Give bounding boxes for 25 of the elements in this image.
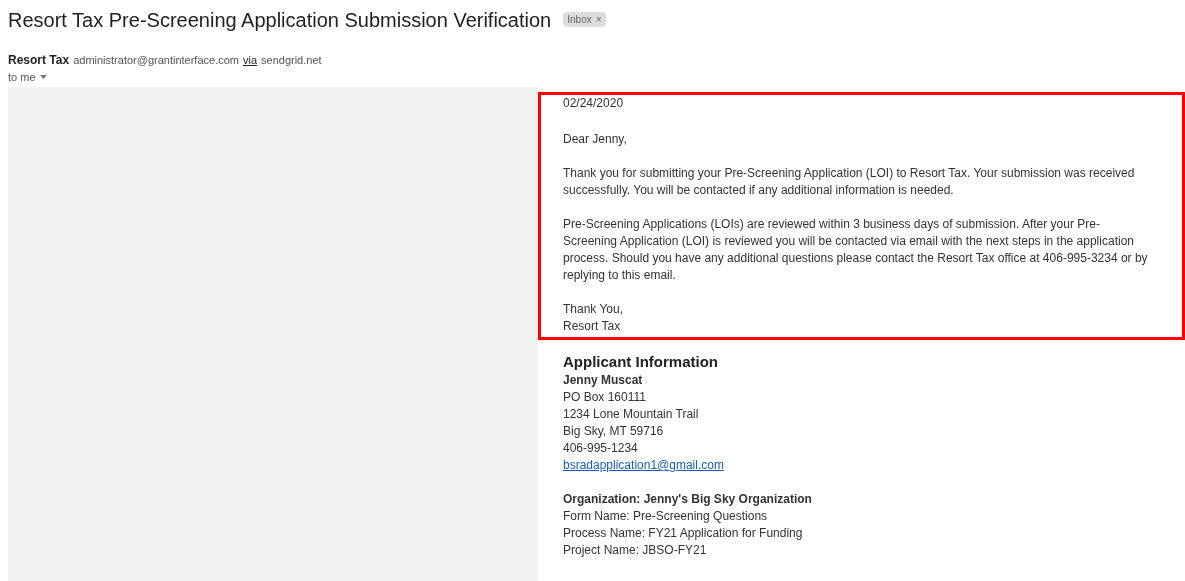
dropdown-icon[interactable] (39, 75, 47, 79)
applicant-detail: PO Box 160111 (563, 389, 647, 406)
organization-detail: Project Name: JBSO-FY21 (563, 542, 708, 559)
organization-detail: Process Name: FY21 Application for Funding (563, 525, 804, 542)
inbox-label[interactable]: Inbox × (563, 12, 606, 27)
message-paragraph: Thank you for submitting your Pre-Screening Application (LOI) to Resort Tax. Your submission was received successfully. You will be contacted if any additional information is needed. (563, 165, 1136, 199)
applicant-detail: 1234 Lone Mountain Trail (563, 406, 700, 423)
closing-line: Thank You, (563, 301, 625, 318)
sender-name: Resort Tax (8, 52, 70, 69)
section-heading: Applicant Information (563, 352, 719, 372)
recipient-label: to me (8, 69, 36, 85)
sender-address: administrator@grantinterface.com (73, 53, 239, 68)
organization-detail: Form Name: Pre-Screening Questions (563, 508, 769, 525)
via-link[interactable]: via (243, 52, 258, 69)
closing-line: Resort Tax (563, 318, 622, 335)
message-date: 02/24/2020 (563, 95, 625, 112)
email-subject: Resort Tax Pre-Screening Application Submission Verification (8, 7, 552, 33)
applicant-name: Jenny Muscat (563, 372, 644, 389)
organization-heading: Organization: Jenny's Big Sky Organization (563, 491, 813, 508)
applicant-detail: Big Sky, MT 59716 (563, 423, 665, 440)
sender-domain: sendgrid.net (261, 53, 322, 68)
email-link[interactable]: bsradapplication1@gmail.com (563, 457, 724, 474)
greeting: Dear Jenny, (563, 131, 628, 148)
applicant-detail: 406-995-1234 (563, 440, 639, 457)
message-paragraph: Pre-Screening Applications (LOIs) are reviewed within 3 business days of submission. After your Pre-Screening Application (LOI) is reviewed you will be contacted via email with the next steps in the application process. Should you have any additional questions please contact the Resort Tax office at 406-995-3234 or by replying to this email. (563, 216, 1149, 284)
